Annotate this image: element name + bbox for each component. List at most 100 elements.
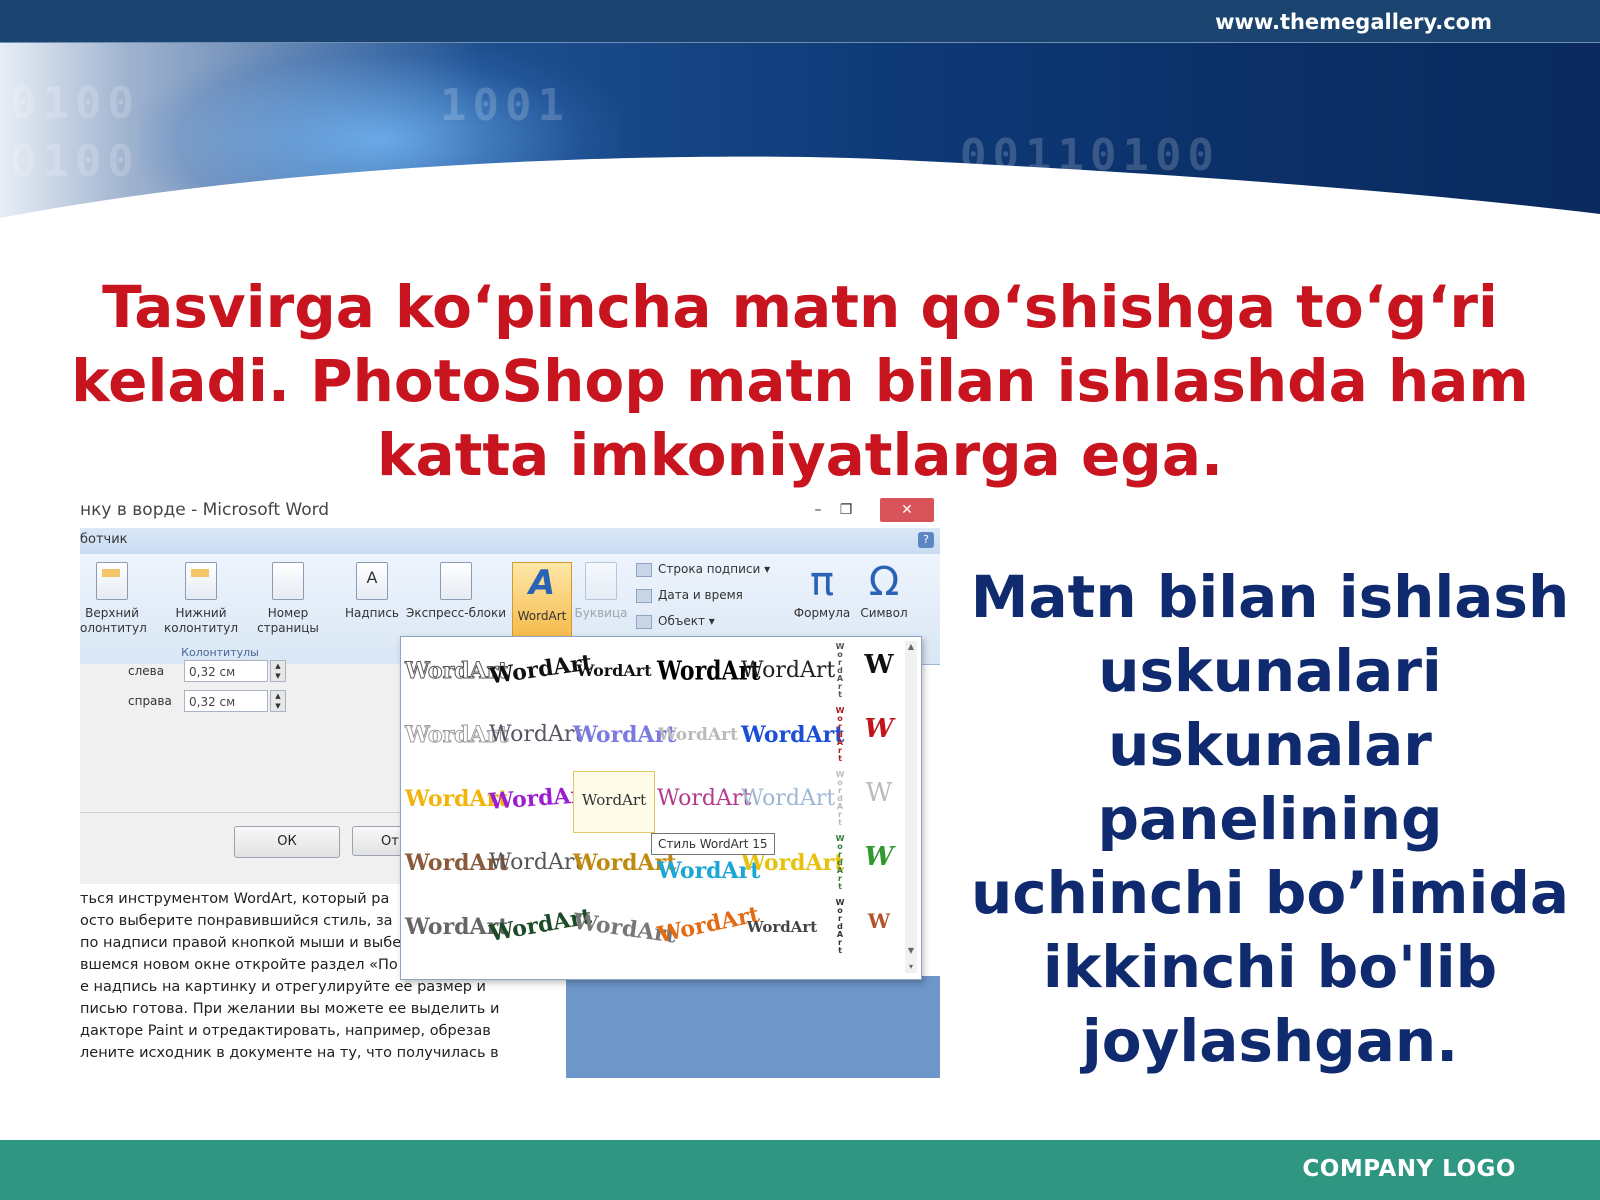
wordart-style-16[interactable]: WordArt [405,835,508,891]
page-number-icon [272,562,304,600]
document-text-line: лените исходник в документе на ту, что п… [80,1045,499,1061]
wordart-style-8[interactable]: WordArt [573,707,676,763]
wordart-style-25[interactable]: WordArt [741,899,823,955]
wordart-vertical-style-2[interactable]: WordArt [833,707,847,763]
slide-title-line: keladi. PhotoShop matn bilan ishlashda h… [71,347,1529,415]
wordart-style-9[interactable]: WordArt [657,707,739,763]
side-description: Matn bilan ishlash uskunalari uskunalar … [960,560,1580,1078]
equation-label: Формула [793,606,851,620]
dialog-divider [80,812,410,813]
drop-cap-icon [585,562,617,600]
signature-line-button[interactable]: Строка подписи ▾ [636,562,770,577]
header-button-label: олонтитул [80,621,147,635]
wordart-style-23[interactable]: WordArt [570,894,678,961]
slide-title: Tasvirga ko‘pincha matn qo‘shishga to‘g‘… [60,270,1540,492]
scroll-up-icon[interactable]: ▲ [905,641,917,653]
object-icon [636,614,652,629]
page-number-label: Номер [267,606,309,620]
header-binary-decoration: 1001 [440,80,570,131]
wordart-style-10[interactable]: WordArt [741,707,844,763]
wordart-vertical-style-4[interactable]: WordArt [833,835,847,891]
document-text-line: писью готова. При желании вы можете ее в… [80,1001,500,1017]
right-margin-label: справа [128,694,172,708]
object-label: Объект [658,614,705,628]
wordart-style-12[interactable]: WordArt [487,768,593,830]
wordart-vertical-style-3[interactable]: WordArt [833,771,847,827]
header-button[interactable]: Верхний олонтитул [80,562,147,636]
left-margin-label: слева [128,664,165,678]
date-time-label: Дата и время [658,588,743,602]
textbox-button[interactable]: A Надпись [342,562,402,621]
drop-cap-button[interactable]: Буквица [574,562,628,621]
word-window-title: нку в ворде - Microsoft Word [80,500,330,520]
object-button[interactable]: Объект ▾ [636,614,715,629]
wordart-style-21[interactable]: WordArt [405,899,508,955]
symbol-button[interactable]: Ω Символ [854,562,914,621]
wordart-w-style-1[interactable]: W [859,645,899,685]
wordart-w-style-5[interactable]: W [859,901,899,941]
side-description-line: ikkinchi bo'lib [1042,933,1498,1001]
wordart-style-13[interactable]: WordArt [573,771,655,833]
wordart-vertical-style-1[interactable]: WordArt [833,643,847,699]
close-icon[interactable]: ✕ [880,498,934,522]
wordart-style-17[interactable]: WordArt [489,835,583,891]
wordart-style-18[interactable]: WordArt [573,835,676,891]
group-label-headers-footers: Колонтитулы [181,646,259,659]
right-margin-input[interactable]: 0,32 см [184,690,268,712]
help-icon[interactable]: ? [918,532,934,548]
wordart-button[interactable]: A WordArt [512,562,572,640]
footer-button-label: Нижний [175,606,227,620]
wordart-style-15[interactable]: WordArt [741,771,835,827]
date-time-icon [636,588,652,603]
website-url: www.themegallery.com [1215,10,1492,34]
gallery-expand-icon[interactable]: ▾ [905,961,917,973]
equation-button[interactable]: π Формула [792,562,852,621]
wordart-style-tooltip: Стиль WordArt 15 [651,833,775,855]
tab-developer[interactable]: ботчик [80,532,128,547]
wordart-icon: A [528,563,556,603]
wordart-style-1[interactable]: WordArt [405,643,509,699]
side-description-line: uskunalar [1108,711,1432,779]
footer-icon [185,562,217,600]
quick-parts-button[interactable]: Экспресс-блоки [404,562,508,621]
left-margin-input[interactable]: 0,32 см [184,660,268,682]
footer-button[interactable]: Нижний колонтитул [160,562,242,636]
restore-icon[interactable]: ❐ [836,498,856,522]
page-number-button[interactable]: Номер страницы [252,562,324,636]
wordart-style-7[interactable]: WordArt [489,707,583,763]
right-margin-stepper[interactable]: ▲ ▼ [270,690,286,712]
slide-title-line: katta imkoniyatlarga ega. [376,421,1223,489]
drop-cap-label: Буквица [574,606,628,620]
wordart-gallery: WordArt WordArt WordArt WordArt WordArt … [400,636,922,980]
signature-line-icon [636,562,652,577]
quick-parts-icon [440,562,472,600]
footer-button-label: колонтитул [164,621,238,635]
wordart-style-4[interactable]: WordArt [657,637,760,704]
word-title-bar: нку в ворде - Microsoft Word – ❐ ✕ [80,496,940,528]
side-description-line: Matn bilan ishlash [970,563,1570,631]
gallery-scrollbar[interactable]: ▲ ▼ ▾ [905,641,917,973]
slide-header-banner: 0100 0100 1001 00110100 www.themegallery… [0,0,1600,250]
wordart-style-2[interactable]: WordArt [486,638,594,705]
left-margin-stepper[interactable]: ▲ ▼ [270,660,286,682]
word-screenshot: нку в ворде - Microsoft Word – ❐ ✕ ботчи… [80,496,940,1078]
wordart-style-11[interactable]: WordArt [405,771,508,827]
side-description-line: joylashgan. [1081,1007,1459,1075]
wordart-style-14[interactable]: WordArt [657,771,751,827]
side-description-line: uchinchi bo’limida [970,859,1569,927]
wordart-w-style-4[interactable]: W [859,837,899,877]
minimize-icon[interactable]: – [808,498,828,522]
header-binary-decoration: 0100 [10,78,140,129]
wordart-vertical-style-5[interactable]: WordArt [833,899,847,955]
quick-parts-label: Экспресс-блоки [405,606,507,620]
date-time-button[interactable]: Дата и время [636,588,743,603]
wordart-w-style-3[interactable]: W [859,773,899,813]
wordart-style-5[interactable]: WordArt [741,643,835,699]
wordart-style-24[interactable]: WordArt [652,891,762,963]
ok-button[interactable]: ОК [234,826,340,858]
wordart-style-6[interactable]: WordArt [405,707,509,763]
wordart-w-style-2[interactable]: W [859,709,899,749]
wordart-style-22[interactable]: WordArt [485,892,593,961]
scroll-down-icon[interactable]: ▼ [905,945,917,957]
wordart-style-3[interactable]: WordArt [573,643,655,699]
